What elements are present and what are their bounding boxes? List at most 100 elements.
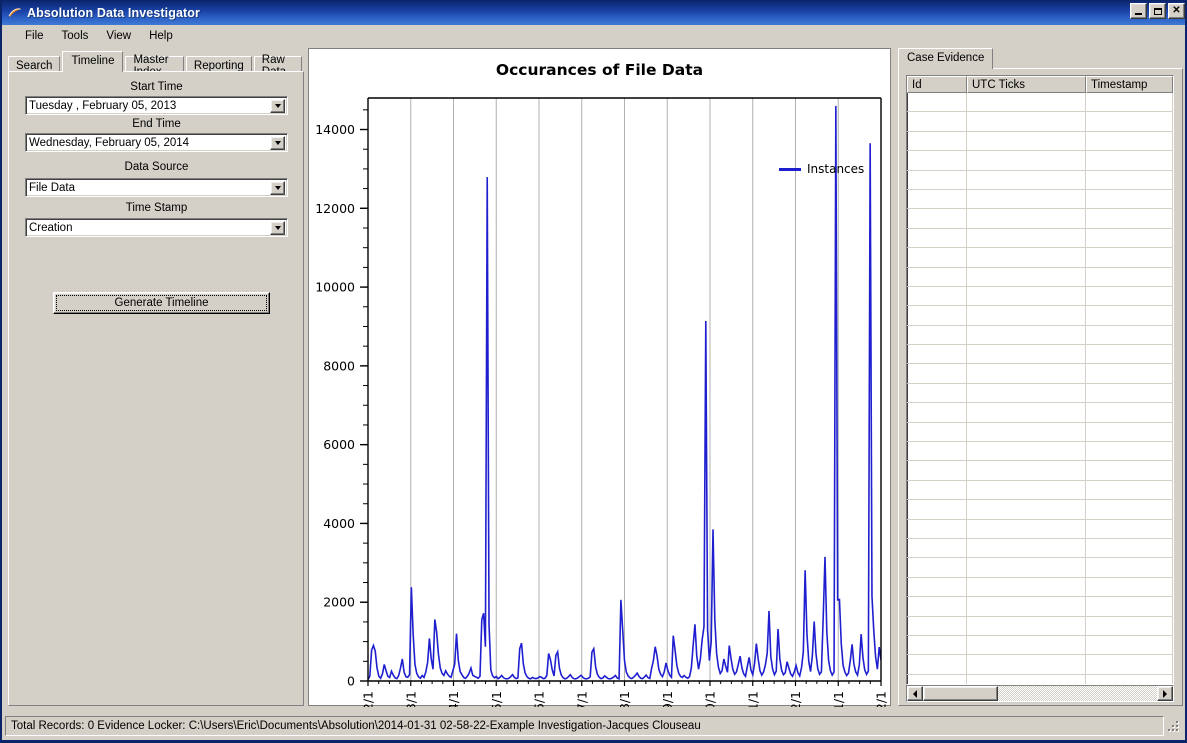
table-cell[interactable] bbox=[967, 423, 1086, 441]
table-row[interactable] bbox=[907, 655, 1173, 674]
table-cell[interactable] bbox=[967, 403, 1086, 421]
start-time-datepicker[interactable]: Tuesday , February 05, 2013 bbox=[25, 96, 288, 115]
table-cell[interactable] bbox=[1086, 461, 1173, 479]
table-cell[interactable] bbox=[907, 655, 967, 673]
resize-grip-icon[interactable] bbox=[1164, 717, 1182, 735]
table-cell[interactable] bbox=[907, 636, 967, 654]
table-cell[interactable] bbox=[967, 112, 1086, 130]
table-cell[interactable] bbox=[967, 190, 1086, 208]
table-row[interactable] bbox=[907, 326, 1173, 345]
table-cell[interactable] bbox=[907, 461, 967, 479]
table-row[interactable] bbox=[907, 597, 1173, 616]
table-cell[interactable] bbox=[1086, 268, 1173, 286]
end-time-datepicker[interactable]: Wednesday, February 05, 2014 bbox=[25, 133, 288, 152]
table-cell[interactable] bbox=[1086, 326, 1173, 344]
data-source-select[interactable]: File Data bbox=[25, 178, 288, 197]
grid-column-header-timestamp[interactable]: Timestamp bbox=[1086, 76, 1173, 93]
table-cell[interactable] bbox=[967, 461, 1086, 479]
tab-timeline[interactable]: Timeline bbox=[62, 51, 123, 72]
table-cell[interactable] bbox=[907, 248, 967, 266]
table-cell[interactable] bbox=[907, 558, 967, 576]
table-cell[interactable] bbox=[907, 578, 967, 596]
table-cell[interactable] bbox=[1086, 558, 1173, 576]
table-cell[interactable] bbox=[907, 520, 967, 538]
table-cell[interactable] bbox=[907, 403, 967, 421]
table-cell[interactable] bbox=[907, 268, 967, 286]
table-cell[interactable] bbox=[907, 442, 967, 460]
table-row[interactable] bbox=[907, 539, 1173, 558]
table-row[interactable] bbox=[907, 442, 1173, 461]
table-cell[interactable] bbox=[1086, 190, 1173, 208]
table-cell[interactable] bbox=[907, 500, 967, 518]
table-cell[interactable] bbox=[907, 675, 967, 685]
table-cell[interactable] bbox=[907, 93, 967, 111]
table-cell[interactable] bbox=[1086, 384, 1173, 402]
table-row[interactable] bbox=[907, 461, 1173, 480]
maximize-button[interactable] bbox=[1149, 3, 1166, 19]
menu-item-tools[interactable]: Tools bbox=[53, 28, 98, 44]
data-source-dropdown-button[interactable] bbox=[270, 181, 285, 195]
table-cell[interactable] bbox=[1086, 617, 1173, 635]
table-cell[interactable] bbox=[967, 578, 1086, 596]
table-cell[interactable] bbox=[967, 132, 1086, 150]
table-row[interactable] bbox=[907, 132, 1173, 151]
menu-item-file[interactable]: File bbox=[16, 28, 53, 44]
table-cell[interactable] bbox=[967, 520, 1086, 538]
table-cell[interactable] bbox=[967, 500, 1086, 518]
table-cell[interactable] bbox=[1086, 171, 1173, 189]
table-cell[interactable] bbox=[967, 326, 1086, 344]
table-row[interactable] bbox=[907, 306, 1173, 325]
table-cell[interactable] bbox=[1086, 675, 1173, 685]
table-cell[interactable] bbox=[1086, 597, 1173, 615]
table-cell[interactable] bbox=[1086, 655, 1173, 673]
table-cell[interactable] bbox=[1086, 442, 1173, 460]
table-row[interactable] bbox=[907, 287, 1173, 306]
table-row[interactable] bbox=[907, 675, 1173, 685]
table-cell[interactable] bbox=[967, 675, 1086, 685]
table-cell[interactable] bbox=[907, 597, 967, 615]
table-cell[interactable] bbox=[1086, 500, 1173, 518]
table-cell[interactable] bbox=[967, 481, 1086, 499]
table-row[interactable] bbox=[907, 617, 1173, 636]
table-cell[interactable] bbox=[1086, 364, 1173, 382]
table-cell[interactable] bbox=[907, 112, 967, 130]
table-cell[interactable] bbox=[907, 364, 967, 382]
table-row[interactable] bbox=[907, 423, 1173, 442]
table-cell[interactable] bbox=[907, 539, 967, 557]
table-row[interactable] bbox=[907, 345, 1173, 364]
grid-column-header-utc-ticks[interactable]: UTC Ticks bbox=[967, 76, 1086, 93]
table-row[interactable] bbox=[907, 209, 1173, 228]
table-cell[interactable] bbox=[907, 171, 967, 189]
scroll-left-button[interactable] bbox=[907, 686, 923, 701]
table-cell[interactable] bbox=[967, 539, 1086, 557]
table-cell[interactable] bbox=[907, 209, 967, 227]
table-cell[interactable] bbox=[967, 248, 1086, 266]
table-row[interactable] bbox=[907, 520, 1173, 539]
tab-case-evidence[interactable]: Case Evidence bbox=[898, 48, 993, 69]
table-cell[interactable] bbox=[967, 306, 1086, 324]
generate-timeline-button[interactable]: Generate Timeline bbox=[53, 292, 270, 314]
table-cell[interactable] bbox=[967, 636, 1086, 654]
table-row[interactable] bbox=[907, 481, 1173, 500]
table-cell[interactable] bbox=[907, 326, 967, 344]
table-cell[interactable] bbox=[1086, 209, 1173, 227]
time-stamp-select[interactable]: Creation bbox=[25, 218, 288, 237]
table-cell[interactable] bbox=[967, 287, 1086, 305]
grid-column-header-id[interactable]: Id bbox=[907, 76, 967, 93]
table-row[interactable] bbox=[907, 93, 1173, 112]
table-cell[interactable] bbox=[1086, 93, 1173, 111]
start-time-dropdown-button[interactable] bbox=[270, 99, 285, 113]
table-cell[interactable] bbox=[1086, 636, 1173, 654]
table-cell[interactable] bbox=[1086, 132, 1173, 150]
table-row[interactable] bbox=[907, 500, 1173, 519]
end-time-dropdown-button[interactable] bbox=[270, 136, 285, 150]
table-cell[interactable] bbox=[967, 364, 1086, 382]
table-cell[interactable] bbox=[967, 384, 1086, 402]
table-row[interactable] bbox=[907, 558, 1173, 577]
table-cell[interactable] bbox=[1086, 229, 1173, 247]
table-row[interactable] bbox=[907, 171, 1173, 190]
table-row[interactable] bbox=[907, 578, 1173, 597]
table-row[interactable] bbox=[907, 112, 1173, 131]
table-cell[interactable] bbox=[907, 306, 967, 324]
table-row[interactable] bbox=[907, 229, 1173, 248]
